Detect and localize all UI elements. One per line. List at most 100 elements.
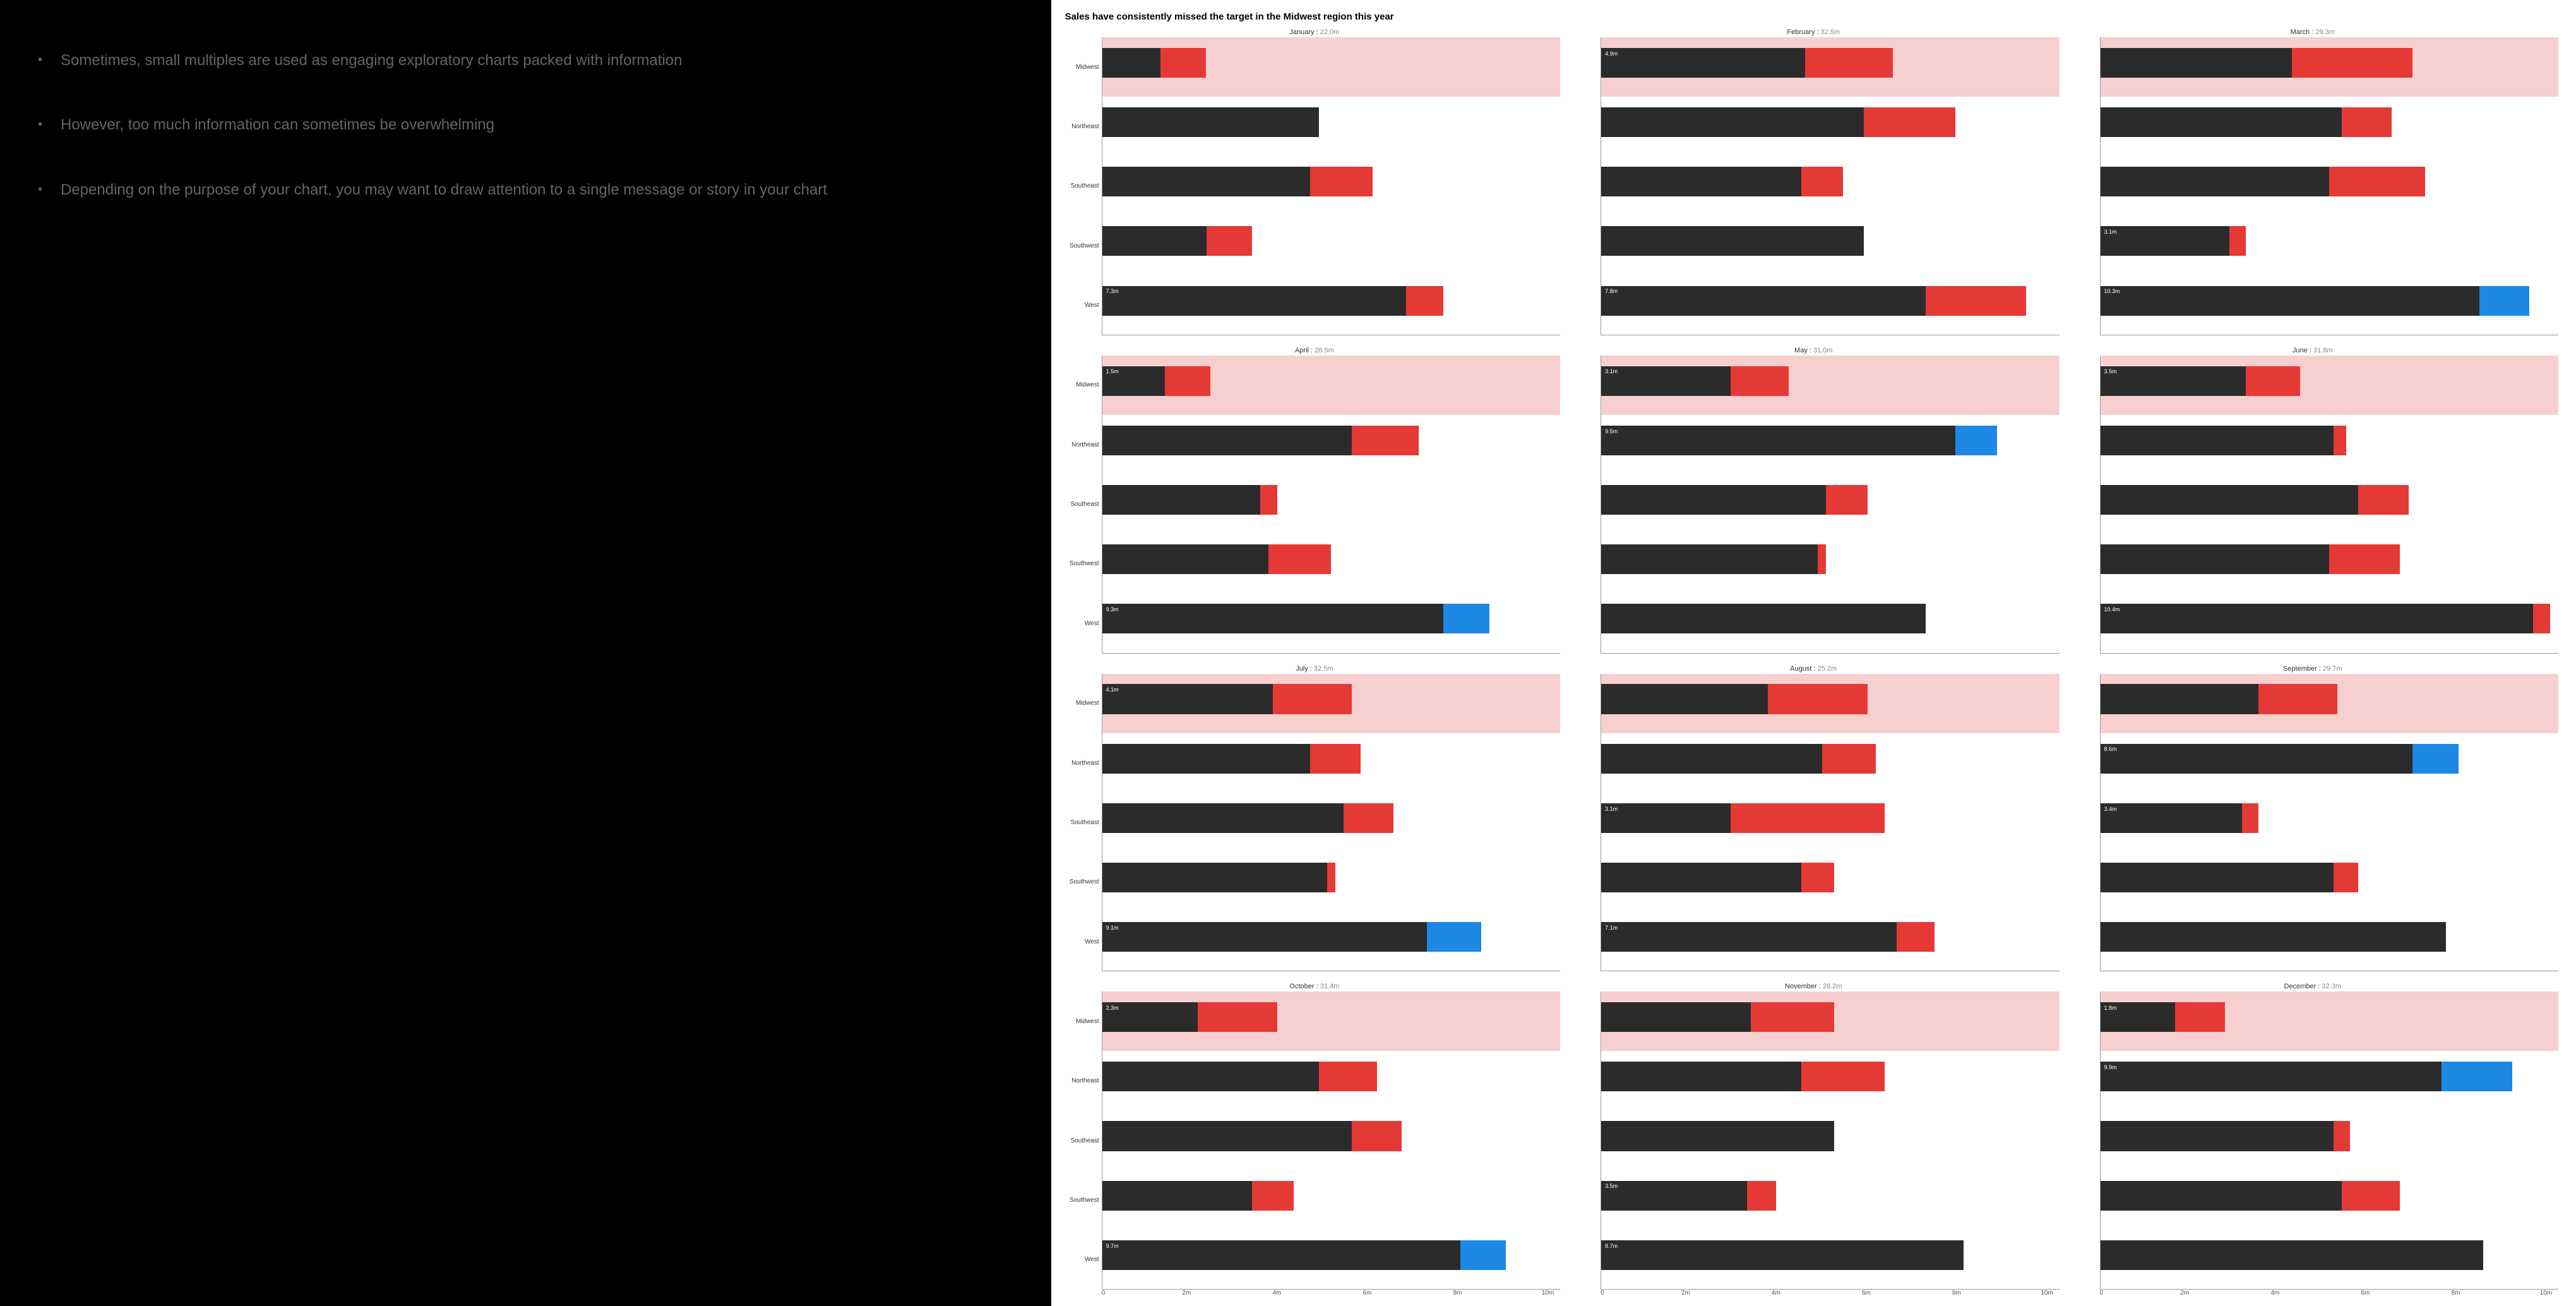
data-label: 9.9m bbox=[2104, 1064, 2117, 1070]
plot-area: 1.5m9.3m bbox=[1102, 356, 1560, 654]
bullet-text: Depending on the purpose of your chart, … bbox=[61, 180, 827, 200]
actual-bar bbox=[1102, 922, 1481, 952]
bar-row bbox=[2101, 97, 2558, 156]
actual-bar bbox=[1102, 604, 1489, 633]
chart-panel: Sales have consistently missed the targe… bbox=[1051, 0, 2576, 1306]
y-axis-labels: MidwestNortheastSoutheastSouthwestWest bbox=[1065, 356, 1102, 654]
actual-bar bbox=[1102, 544, 1269, 574]
bar-row bbox=[1601, 97, 2059, 156]
data-label: 4.1m bbox=[1106, 686, 1119, 693]
plot-area: 2.3m9.7m bbox=[1102, 991, 1560, 1290]
slide: • Sometimes, small multiples are used as … bbox=[0, 0, 2576, 1306]
bar-row bbox=[1102, 474, 1560, 534]
actual-bar bbox=[1102, 426, 1352, 455]
variance-marker bbox=[1268, 544, 1331, 574]
cell-title: August : 25.2m bbox=[1564, 665, 2063, 673]
plot: MidwestNortheastSoutheastSouthwestWest7.… bbox=[1065, 37, 1564, 344]
variance-marker bbox=[1310, 167, 1373, 196]
cell-title: July : 32.5m bbox=[1065, 665, 1564, 673]
y-tick-label: West bbox=[1065, 620, 1099, 627]
bar-row bbox=[1601, 474, 2059, 534]
actual-bar bbox=[1102, 286, 1406, 316]
actual-bar bbox=[2101, 1181, 2342, 1211]
variance-marker bbox=[1801, 863, 1835, 892]
variance-marker bbox=[2334, 863, 2359, 892]
data-label: 9.5m bbox=[1605, 428, 1618, 434]
bullet-text: Sometimes, small multiples are used as e… bbox=[61, 51, 682, 71]
x-tick-label: 6m bbox=[1862, 1290, 1871, 1298]
cell-title: June : 31.8m bbox=[2063, 347, 2562, 354]
bar-row bbox=[1601, 156, 2059, 215]
y-tick-label: West bbox=[1065, 1256, 1099, 1263]
chart-cell: April : 28.5mMidwestNortheastSoutheastSo… bbox=[1065, 345, 1564, 664]
bar-row: 3.1m bbox=[1601, 356, 2059, 415]
actual-bar bbox=[1601, 107, 1863, 137]
plot: MidwestNortheastSoutheastSouthwestWest 4.… bbox=[1065, 674, 1564, 981]
variance-marker bbox=[1926, 286, 2025, 316]
variance-marker bbox=[1768, 684, 1868, 714]
y-tick-label: Southwest bbox=[1065, 1197, 1099, 1204]
data-label: 7.1m bbox=[1605, 925, 1618, 931]
actual-bar bbox=[1601, 286, 1926, 316]
plot-area: 3.5m 8.7m bbox=[1601, 991, 2059, 1290]
cell-title: September : 29.7m bbox=[2063, 665, 2562, 673]
variance-marker bbox=[1319, 1062, 1377, 1091]
y-tick-label: Southeast bbox=[1065, 819, 1099, 826]
bar-row: 9.3m bbox=[1102, 593, 1560, 652]
bar-row: 3.5m bbox=[1601, 1170, 2059, 1230]
y-tick-label: Southwest bbox=[1065, 560, 1099, 567]
bullet-text: However, too much information can someti… bbox=[61, 115, 494, 135]
chart-cell: July : 32.5mMidwestNortheastSoutheastSou… bbox=[1065, 664, 1564, 982]
x-tick-label: 4m bbox=[2270, 1290, 2279, 1298]
bar-row bbox=[1102, 1170, 1560, 1230]
actual-bar bbox=[1601, 1121, 1834, 1151]
actual-bar bbox=[1601, 167, 1801, 196]
y-tick-label: West bbox=[1065, 302, 1099, 309]
bar-row bbox=[2101, 1230, 2558, 1289]
x-tick-label: 8m bbox=[2451, 1290, 2460, 1298]
actual-bar bbox=[1601, 1181, 1747, 1211]
actual-bar bbox=[2101, 544, 2330, 574]
y-tick-label: Midwest bbox=[1065, 1018, 1099, 1025]
actual-bar bbox=[1102, 1181, 1252, 1211]
chart-cell: August : 25.2m3.1m7.1m bbox=[1564, 664, 2063, 982]
data-label: 10.3m bbox=[2104, 288, 2120, 294]
plot-area: 4.9m7.8m bbox=[1601, 37, 2059, 335]
y-axis-labels: MidwestNortheastSoutheastSouthwestWest bbox=[1065, 674, 1102, 972]
data-label: 9.3m bbox=[1106, 606, 1119, 613]
bar-row bbox=[1102, 97, 1560, 156]
actual-bar bbox=[1601, 744, 1822, 774]
actual-bar bbox=[1601, 684, 1768, 714]
data-label: 8.7m bbox=[1605, 1243, 1618, 1249]
data-label: 3.5m bbox=[1605, 1183, 1618, 1189]
actual-bar bbox=[2101, 226, 2229, 256]
variance-marker bbox=[1310, 744, 1360, 774]
x-axis: 02m4m6m8m10m bbox=[1601, 1290, 2059, 1298]
variance-marker bbox=[1198, 1002, 1277, 1032]
bar-row bbox=[1102, 415, 1560, 474]
actual-bar bbox=[2101, 803, 2242, 833]
variance-marker bbox=[2358, 485, 2408, 515]
actual-bar bbox=[1102, 226, 1207, 256]
actual-bar bbox=[2101, 744, 2459, 774]
data-label: 9.1m bbox=[1106, 925, 1119, 931]
cell-title: February : 32.5m bbox=[1564, 28, 2063, 36]
bar-row: 9.1m bbox=[1102, 911, 1560, 971]
actual-bar bbox=[1601, 485, 1826, 515]
plot: 1.8m9.9m02m4m6m8m10m bbox=[2063, 991, 2562, 1298]
actual-bar bbox=[2101, 426, 2334, 455]
variance-marker bbox=[1731, 803, 1885, 833]
cell-title: March : 29.3m bbox=[2063, 28, 2562, 36]
bar-row bbox=[1601, 1111, 2059, 1170]
bullet-dot-icon: • bbox=[38, 115, 49, 134]
bullet-item: • However, too much information can somet… bbox=[38, 115, 1020, 135]
x-tick-label: 6m bbox=[1363, 1290, 1372, 1298]
bar-row bbox=[1601, 733, 2059, 793]
actual-bar bbox=[2101, 366, 2246, 396]
plot: 3.5m 8.7m 02m4m6m8m10m bbox=[1564, 991, 2063, 1298]
bar-row: 9.7m bbox=[1102, 1230, 1560, 1289]
bar-row: 3.1m bbox=[2101, 215, 2558, 275]
variance-marker bbox=[1273, 684, 1352, 714]
x-tick-label: 0 bbox=[1601, 1290, 1604, 1298]
variance-marker bbox=[2479, 286, 2529, 316]
